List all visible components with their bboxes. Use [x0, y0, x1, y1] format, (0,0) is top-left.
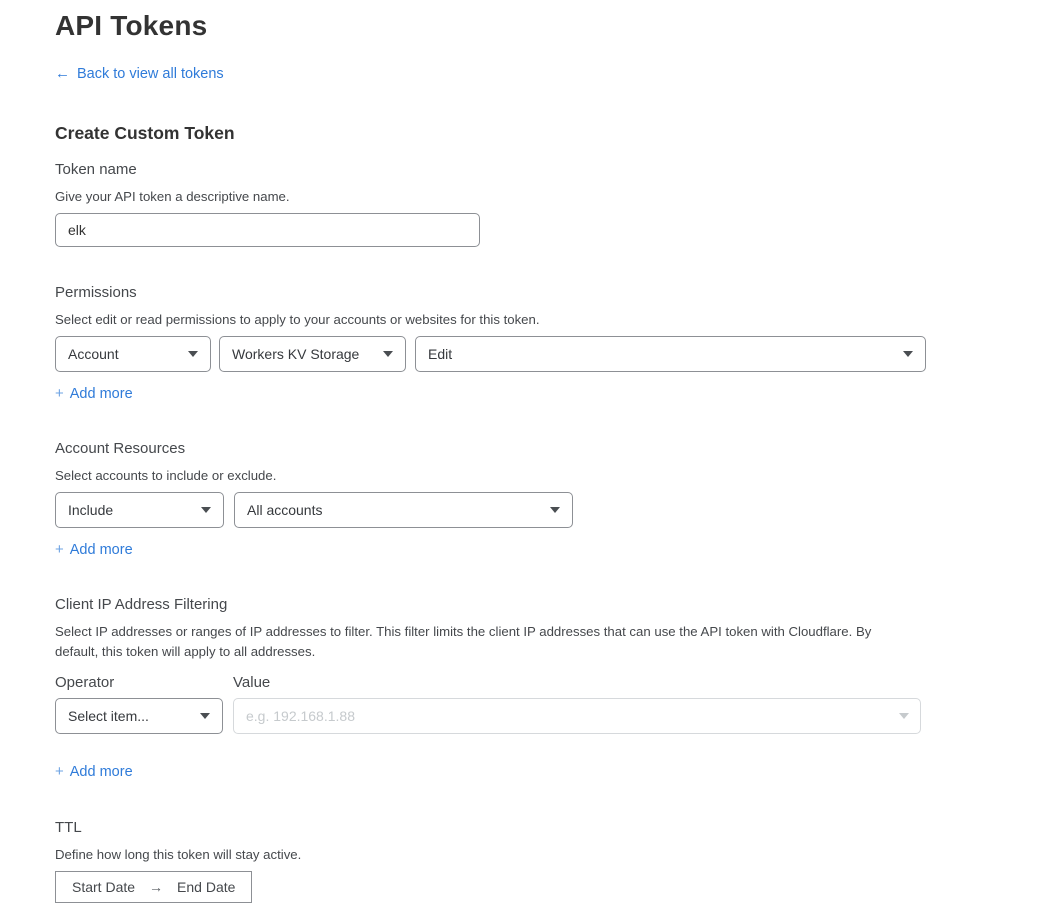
add-more-label: Add more — [70, 386, 133, 402]
ip-filtering-row: Select item... — [55, 698, 1043, 734]
ip-filtering-column-labels: Operator Value — [55, 673, 1043, 692]
add-more-label: Add more — [70, 542, 133, 558]
permission-scope-value: Account — [68, 346, 119, 362]
ip-filtering-add-more-link[interactable]: + Add more — [55, 763, 133, 780]
permissions-row: Account Workers KV Storage Edit — [55, 336, 1043, 372]
plus-icon: + — [55, 385, 64, 402]
back-arrow-icon: ← — [55, 65, 70, 82]
right-arrow-icon: → — [149, 879, 163, 895]
page-title: API Tokens — [55, 8, 1043, 44]
api-tokens-page: API Tokens ← Back to view all tokens Cre… — [0, 0, 1043, 917]
include-exclude-select[interactable]: Include — [55, 492, 224, 528]
permissions-description: Select edit or read permissions to apply… — [55, 310, 1043, 330]
start-date-label: Start Date — [72, 879, 135, 895]
operator-select[interactable]: Select item... — [55, 698, 223, 734]
account-resources-description: Select accounts to include or exclude. — [55, 466, 1043, 486]
chevron-down-icon — [383, 351, 393, 357]
permission-level-value: Edit — [428, 346, 452, 362]
chevron-down-icon — [200, 713, 210, 719]
chevron-down-icon — [201, 507, 211, 513]
back-to-tokens-link[interactable]: ← Back to view all tokens — [55, 65, 224, 82]
chevron-down-icon — [899, 713, 909, 719]
ip-value-field-wrap — [233, 698, 921, 734]
permission-scope-select[interactable]: Account — [55, 336, 211, 372]
operator-label: Operator — [55, 673, 233, 692]
ip-filtering-description: Select IP addresses or ranges of IP addr… — [55, 622, 917, 662]
account-resources-label: Account Resources — [55, 439, 1043, 458]
token-name-label: Token name — [55, 160, 1043, 179]
token-name-input[interactable] — [55, 213, 480, 247]
permissions-label: Permissions — [55, 283, 1043, 302]
end-date-label: End Date — [177, 879, 235, 895]
chevron-down-icon — [550, 507, 560, 513]
ip-filtering-label: Client IP Address Filtering — [55, 595, 1043, 614]
permission-group-select[interactable]: Workers KV Storage — [219, 336, 406, 372]
add-more-label: Add more — [70, 764, 133, 780]
plus-icon: + — [55, 541, 64, 558]
value-label: Value — [233, 673, 270, 692]
ttl-date-range-picker[interactable]: Start Date → End Date — [55, 871, 252, 903]
permission-group-value: Workers KV Storage — [232, 346, 359, 362]
chevron-down-icon — [188, 351, 198, 357]
token-name-description: Give your API token a descriptive name. — [55, 187, 1043, 207]
operator-value: Select item... — [68, 708, 149, 724]
include-exclude-value: Include — [68, 502, 113, 518]
ip-value-input[interactable] — [233, 698, 921, 734]
plus-icon: + — [55, 763, 64, 780]
accounts-value: All accounts — [247, 502, 322, 518]
permissions-add-more-link[interactable]: + Add more — [55, 385, 133, 402]
ttl-description: Define how long this token will stay act… — [55, 845, 1043, 865]
account-resources-row: Include All accounts — [55, 492, 1043, 528]
permission-level-select[interactable]: Edit — [415, 336, 926, 372]
accounts-select[interactable]: All accounts — [234, 492, 573, 528]
account-resources-add-more-link[interactable]: + Add more — [55, 541, 133, 558]
chevron-down-icon — [903, 351, 913, 357]
ttl-label: TTL — [55, 818, 1043, 837]
back-link-label: Back to view all tokens — [77, 66, 224, 82]
create-custom-token-heading: Create Custom Token — [55, 122, 1043, 144]
